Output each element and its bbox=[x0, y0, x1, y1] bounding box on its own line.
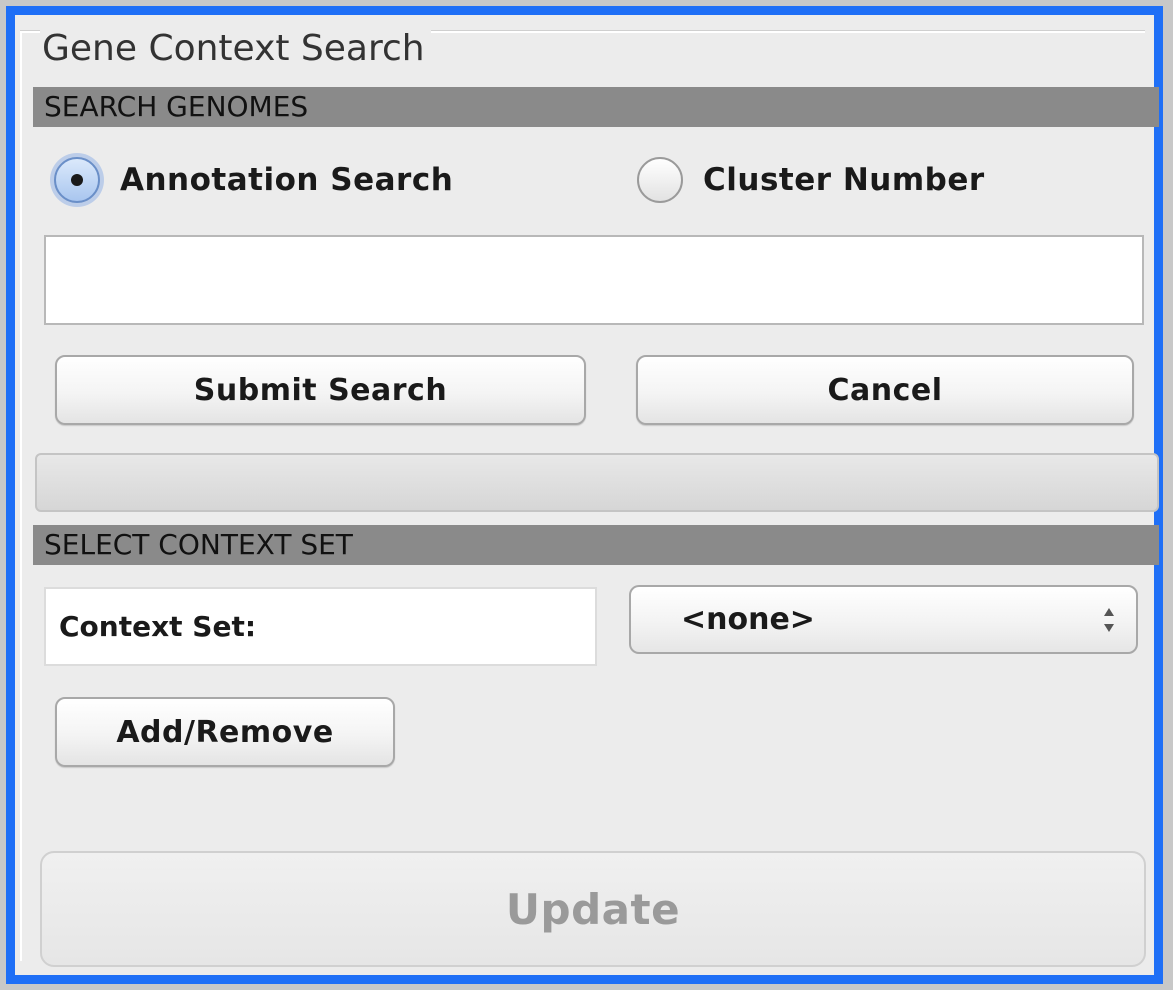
context-set-selected-value: <none> bbox=[681, 602, 815, 637]
section-header-select-context-set: SELECT CONTEXT SET bbox=[33, 525, 1159, 565]
radio-dot-icon bbox=[71, 174, 83, 186]
radio-cluster-number[interactable]: Cluster Number bbox=[637, 157, 985, 203]
panel-title: Gene Context Search bbox=[40, 28, 431, 70]
up-down-chevron-icon bbox=[1104, 608, 1114, 632]
cancel-button[interactable]: Cancel bbox=[636, 355, 1134, 425]
section-header-search-genomes: SEARCH GENOMES bbox=[33, 87, 1159, 127]
search-input[interactable] bbox=[44, 235, 1144, 325]
window-frame: Gene Context Search SEARCH GENOMES Annot… bbox=[0, 0, 1173, 990]
radio-button-unselected[interactable] bbox=[637, 157, 683, 203]
search-progress-bar bbox=[35, 453, 1159, 512]
update-button[interactable]: Update bbox=[40, 851, 1146, 967]
group-border-left bbox=[20, 31, 22, 961]
radio-annotation-search[interactable]: Annotation Search bbox=[54, 157, 453, 203]
submit-search-button[interactable]: Submit Search bbox=[55, 355, 586, 425]
radio-label-cluster-number: Cluster Number bbox=[703, 162, 985, 198]
context-set-dropdown[interactable]: <none> bbox=[629, 585, 1138, 654]
context-set-label: Context Set: bbox=[44, 587, 597, 666]
radio-button-selected[interactable] bbox=[54, 157, 100, 203]
add-remove-button[interactable]: Add/Remove bbox=[55, 697, 395, 767]
radio-label-annotation-search: Annotation Search bbox=[120, 162, 454, 198]
